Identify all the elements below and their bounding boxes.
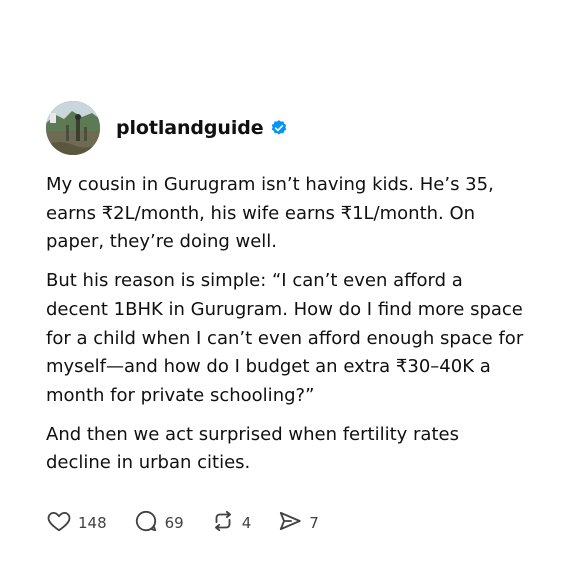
username[interactable]: plotlandguide [116, 117, 264, 139]
like-button[interactable]: 148 [46, 508, 107, 538]
avatar-image [46, 101, 100, 155]
comment-icon [133, 508, 159, 538]
comment-button[interactable]: 69 [133, 508, 184, 538]
threads-post: plotlandguide My cousin in Gurugram isn’… [0, 0, 568, 582]
repost-count: 4 [241, 514, 252, 532]
post-paragraph: But his reason is simple: “I can’t even … [46, 270, 524, 406]
share-button[interactable]: 7 [277, 508, 319, 538]
post-header: plotlandguide [46, 99, 288, 157]
send-icon [277, 508, 303, 538]
repost-button[interactable]: 4 [210, 508, 252, 538]
comment-count: 69 [164, 514, 184, 532]
post-paragraph: My cousin in Gurugram isn’t having kids.… [46, 174, 494, 253]
post-actions: 148 69 4 7 [46, 510, 345, 536]
heart-icon [46, 508, 72, 538]
avatar[interactable] [46, 101, 100, 155]
post-body: My cousin in Gurugram isn’t having kids.… [46, 171, 524, 488]
post-paragraph: And then we act surprised when fertility… [46, 423, 459, 474]
repost-icon [210, 508, 236, 538]
share-count: 7 [309, 514, 319, 532]
like-count: 148 [78, 514, 107, 532]
verified-badge-icon [270, 119, 288, 137]
